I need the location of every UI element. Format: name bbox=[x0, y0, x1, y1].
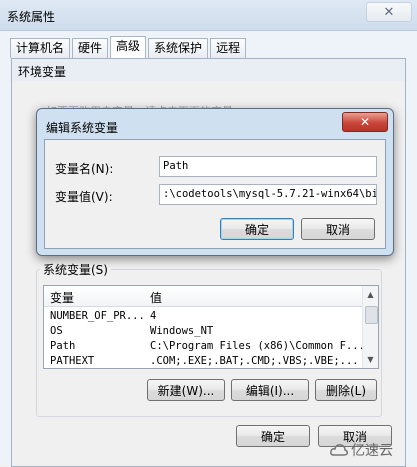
table-row[interactable]: Path C:\Program Files (x86)\Common F... bbox=[50, 340, 365, 355]
edit-dialog-body: 变量名(N): Path 变量值(V): :\codetools\mysql-5… bbox=[44, 139, 386, 249]
variable-name: OS bbox=[50, 325, 63, 337]
environment-variables-title: 环境变量 bbox=[18, 65, 67, 79]
system-variables-list[interactable]: 变量 值 NUMBER_OF_PR... 4 OS Windows_NT Pat… bbox=[43, 285, 379, 369]
variable-value: 4 bbox=[150, 310, 157, 322]
variable-name: PATHEXT bbox=[50, 355, 95, 367]
tab-remote[interactable]: 远程 bbox=[210, 38, 247, 58]
new-variable-button[interactable]: 新建(W)... bbox=[147, 379, 225, 401]
list-header: 变量 值 bbox=[44, 286, 362, 307]
tab-advanced[interactable]: 高级 bbox=[110, 36, 147, 58]
edit-dialog-close-button[interactable]: ✕ bbox=[342, 112, 388, 132]
edit-system-variable-dialog: 编辑系统变量 ✕ 变量名(N): Path 变量值(V): :\codetool… bbox=[36, 108, 394, 256]
system-properties-titlebar[interactable]: 系统属性 ✕ bbox=[0, 0, 417, 31]
variable-value-field[interactable]: :\codetools\mysql-5.7.21-winx64\bin bbox=[159, 184, 377, 205]
edit-ok-button[interactable]: 确定 bbox=[220, 218, 294, 240]
cloud-logo-icon bbox=[330, 444, 348, 456]
variable-name: Path bbox=[50, 340, 76, 352]
tab-system-protection[interactable]: 系统保护 bbox=[148, 38, 209, 58]
variable-name-field[interactable]: Path bbox=[159, 156, 377, 177]
column-value[interactable]: 值 bbox=[150, 289, 162, 306]
system-properties-tabs: 计算机名 硬件 高级 系统保护 远程 bbox=[10, 36, 248, 58]
column-variable[interactable]: 变量 bbox=[50, 289, 74, 306]
variable-value-label: 变量值(V): bbox=[55, 190, 113, 204]
tab-hardware[interactable]: 硬件 bbox=[72, 38, 109, 58]
delete-variable-button[interactable]: 删除(L) bbox=[315, 379, 377, 401]
table-row[interactable]: PATHEXT .COM;.EXE;.BAT;.CMD;.VBS;.VBE;..… bbox=[50, 355, 360, 368]
variable-value: .COM;.EXE;.BAT;.CMD;.VBS;.VBE;... bbox=[150, 355, 359, 367]
list-scrollbar[interactable]: ▲ ▼ bbox=[362, 286, 378, 368]
system-properties-close-button[interactable]: ✕ bbox=[366, 2, 412, 22]
tab-computer-name[interactable]: 计算机名 bbox=[10, 38, 71, 58]
edit-cancel-button[interactable]: 取消 bbox=[301, 218, 375, 240]
watermark: 亿速云 bbox=[330, 440, 393, 460]
table-row[interactable]: OS Windows_NT bbox=[50, 325, 360, 340]
system-properties-title: 系统属性 bbox=[7, 10, 56, 24]
edit-variable-button[interactable]: 编辑(I)... bbox=[231, 379, 309, 401]
scroll-thumb[interactable] bbox=[365, 306, 378, 324]
watermark-text: 亿速云 bbox=[351, 443, 393, 459]
edit-dialog-title: 编辑系统变量 bbox=[46, 121, 119, 135]
variable-value: C:\Program Files (x86)\Common F... bbox=[150, 340, 365, 352]
table-row[interactable]: NUMBER_OF_PR... 4 bbox=[50, 310, 360, 325]
system-variables-label: 系统变量(S) bbox=[40, 261, 111, 278]
env-ok-button[interactable]: 确定 bbox=[236, 425, 310, 447]
variable-name-label: 变量名(N): bbox=[55, 162, 114, 176]
environment-variables-titlebar[interactable]: 环境变量 bbox=[12, 59, 405, 81]
variable-name: NUMBER_OF_PR... bbox=[50, 310, 145, 322]
variable-value: Windows_NT bbox=[150, 325, 214, 337]
scroll-up-icon[interactable]: ▲ bbox=[365, 289, 376, 300]
scroll-down-icon[interactable]: ▼ bbox=[365, 354, 376, 365]
